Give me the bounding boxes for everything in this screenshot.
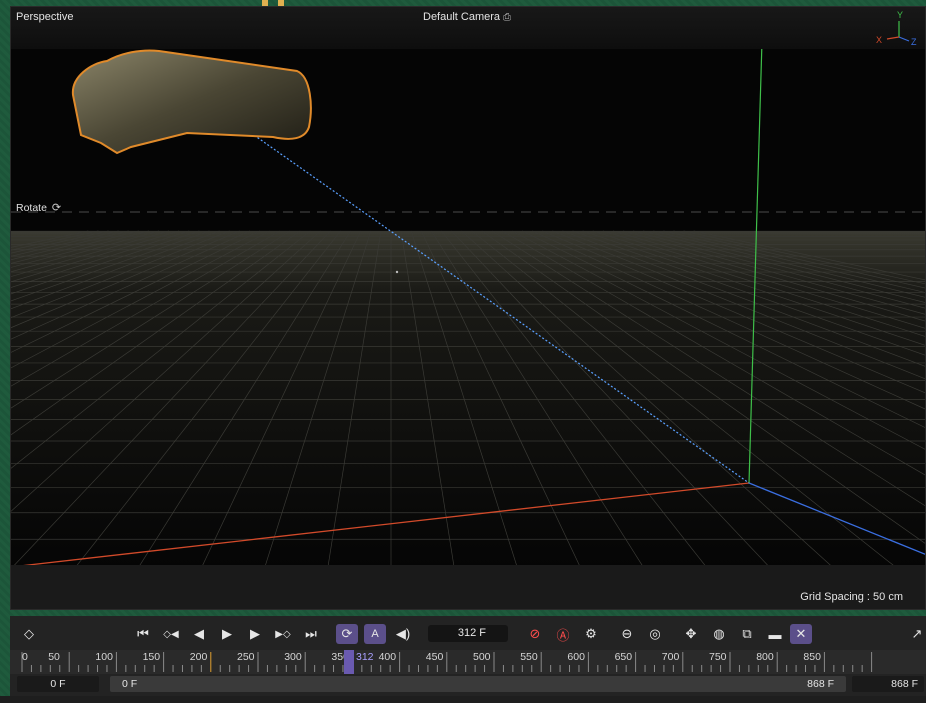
next-key-button[interactable]: ▶◇: [272, 624, 294, 644]
camera-menu[interactable]: Default Camera ⎙: [423, 11, 511, 23]
go-to-end-button[interactable]: ⏭: [300, 624, 322, 644]
key-interp-button[interactable]: ◎: [644, 624, 666, 644]
auto-key-mode-button[interactable]: A: [364, 624, 386, 644]
gizmo-x-label: X: [876, 35, 882, 45]
ruler-tick-label: 400: [378, 651, 397, 663]
ruler-tick-label: 50: [48, 651, 60, 663]
ruler-tick-label: 700: [661, 651, 680, 663]
current-frame-field[interactable]: 312 F: [428, 625, 508, 642]
gizmo-z-line: [898, 36, 910, 42]
status-bar: [0, 696, 926, 703]
loop-button[interactable]: ⟳: [336, 624, 358, 644]
camera-label: Default Camera: [423, 11, 501, 23]
timeline-panel: ◇ ⏮ ◇◀ ◀ ▶ ▶ ▶◇ ⏭ ⟳ A ◀) 312 F ⊘ Ⓐ ⚙ ⊖ ◎…: [10, 616, 926, 696]
ruler-tick-label: 150: [142, 651, 161, 663]
lock-key-button[interactable]: ⊖: [616, 624, 638, 644]
keyframe-diamond-button[interactable]: ◇: [18, 624, 40, 644]
timeline-ruler[interactable]: 0 50 100 150 200 250 300 350 400 450 500 550 600 650 7…: [10, 650, 926, 674]
ruler-tick-label: 500: [473, 651, 491, 663]
grid-spacing-label: Grid Spacing : 50 cm: [800, 591, 903, 603]
playhead[interactable]: [344, 650, 354, 674]
ruler-tick-label: 100: [95, 651, 113, 663]
selected-object[interactable]: [71, 49, 312, 155]
range-start-field[interactable]: 0 F: [17, 676, 99, 692]
range-end-field[interactable]: 868 F: [852, 676, 924, 692]
record-keys-button[interactable]: ⊘: [524, 624, 546, 644]
viewport-header: Perspective Default Camera ⎙: [11, 7, 925, 49]
key-settings-button[interactable]: ⚙: [580, 624, 602, 644]
gizmo-y-label: Y: [897, 10, 903, 20]
ruler-tick-label: 450: [425, 651, 444, 663]
autokey-record-button[interactable]: Ⓐ: [552, 624, 574, 644]
ruler-tick-label: 0: [22, 651, 28, 663]
range-slider-start[interactable]: 0 F: [122, 676, 137, 692]
play-button[interactable]: ▶: [216, 624, 238, 644]
go-to-start-button[interactable]: ⏮: [132, 624, 154, 644]
viewport-title[interactable]: Perspective: [16, 11, 73, 23]
sound-button[interactable]: ◀): [392, 624, 414, 644]
ruler-tick-label: 650: [614, 651, 633, 663]
prev-key-button[interactable]: ◇◀: [160, 624, 182, 644]
gizmo-x-line: [886, 36, 900, 40]
transport-toolbar: ◇ ⏮ ◇◀ ◀ ▶ ▶ ▶◇ ⏭ ⟳ A ◀) 312 F ⊘ Ⓐ ⚙ ⊖ ◎…: [10, 616, 926, 650]
scale-key-button[interactable]: ⧉: [736, 624, 758, 644]
camera-icon: ⎙: [503, 12, 512, 23]
rotate-icon: ⟳: [51, 202, 62, 214]
ruler-tick-label: 800: [756, 651, 774, 663]
ruler-tick-label: 550: [520, 651, 538, 663]
position-key-button[interactable]: ✥: [680, 624, 702, 644]
scene-canvas[interactable]: [11, 7, 926, 610]
3d-viewport[interactable]: Perspective Default Camera ⎙ Y X Z Rotate…: [10, 6, 926, 610]
ruler-tick-label: 200: [189, 651, 208, 663]
playhead-label: 312: [356, 651, 374, 663]
range-slider-end[interactable]: 868 F: [807, 676, 834, 692]
ruler-tick-label: 250: [237, 651, 255, 663]
axis-gizmo: Y X Z: [876, 10, 917, 47]
fcurve-button[interactable]: ↗: [906, 624, 926, 644]
ruler-tick-label: 850: [803, 651, 821, 663]
cursor-point: [395, 270, 399, 274]
ruler-tick-label: 750: [709, 651, 727, 663]
rotate-label: Rotate: [16, 202, 47, 214]
rotation-key-button[interactable]: ◍: [708, 624, 730, 644]
gizmo-z-label: Z: [911, 37, 917, 47]
viewport-footer: Grid Spacing : 50 cm: [11, 565, 925, 609]
rotate-hud: Rotate ⟳: [16, 201, 61, 214]
prev-frame-button[interactable]: ◀: [188, 624, 210, 644]
ruler-tick-label: 600: [567, 651, 585, 663]
preview-range-bar: 0 F 0 F 868 F 868 F: [10, 674, 926, 694]
range-slider[interactable]: 0 F 868 F: [110, 676, 846, 692]
point-level-key-button[interactable]: ✕: [790, 624, 812, 644]
next-frame-button[interactable]: ▶: [244, 624, 266, 644]
param-key-button[interactable]: ▬: [764, 624, 786, 644]
ruler-tick-label: 300: [284, 651, 302, 663]
